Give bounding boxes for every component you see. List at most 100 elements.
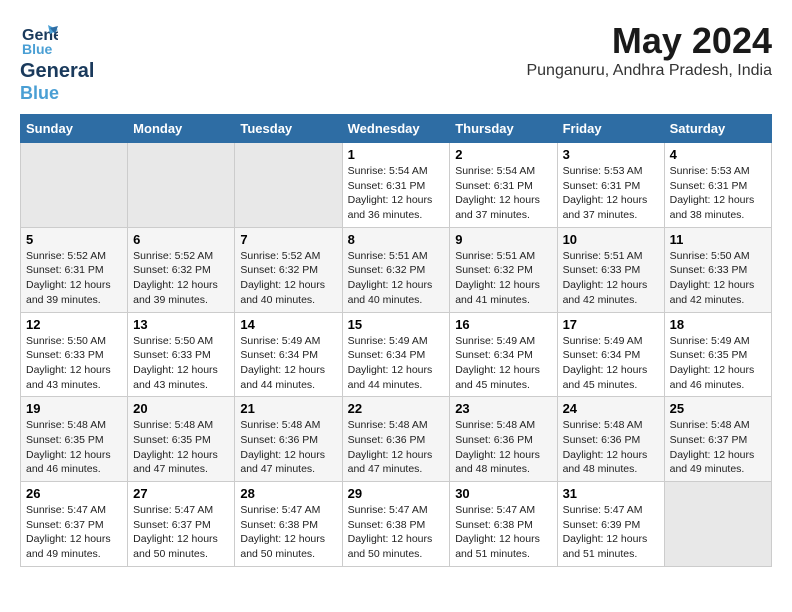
day-number: 31 bbox=[563, 486, 659, 501]
title-area: May 2024 Punganuru, Andhra Pradesh, Indi… bbox=[526, 20, 772, 80]
day-info: Sunrise: 5:48 AMSunset: 6:37 PMDaylight:… bbox=[670, 418, 766, 477]
day-info: Sunrise: 5:51 AMSunset: 6:32 PMDaylight:… bbox=[348, 249, 445, 308]
day-info: Sunrise: 5:51 AMSunset: 6:32 PMDaylight:… bbox=[455, 249, 551, 308]
calendar-cell: 23 Sunrise: 5:48 AMSunset: 6:36 PMDayligh… bbox=[450, 397, 557, 482]
day-number: 12 bbox=[26, 317, 122, 332]
calendar-week-row: 1 Sunrise: 5:54 AMSunset: 6:31 PMDaylight… bbox=[21, 143, 772, 228]
calendar-cell: 10 Sunrise: 5:51 AMSunset: 6:33 PMDayligh… bbox=[557, 227, 664, 312]
day-number: 16 bbox=[455, 317, 551, 332]
calendar-cell bbox=[235, 143, 342, 228]
day-info: Sunrise: 5:49 AMSunset: 6:34 PMDaylight:… bbox=[348, 334, 445, 393]
day-info: Sunrise: 5:47 AMSunset: 6:39 PMDaylight:… bbox=[563, 503, 659, 562]
logo: General Blue General Blue bbox=[20, 20, 94, 104]
day-number: 5 bbox=[26, 232, 122, 247]
day-info: Sunrise: 5:50 AMSunset: 6:33 PMDaylight:… bbox=[133, 334, 229, 393]
logo-general: General bbox=[20, 60, 94, 82]
weekday-header: Friday bbox=[557, 115, 664, 143]
day-info: Sunrise: 5:50 AMSunset: 6:33 PMDaylight:… bbox=[670, 249, 766, 308]
calendar-week-row: 26 Sunrise: 5:47 AMSunset: 6:37 PMDayligh… bbox=[21, 482, 772, 567]
day-info: Sunrise: 5:49 AMSunset: 6:35 PMDaylight:… bbox=[670, 334, 766, 393]
day-number: 3 bbox=[563, 147, 659, 162]
calendar-cell: 2 Sunrise: 5:54 AMSunset: 6:31 PMDaylight… bbox=[450, 143, 557, 228]
day-info: Sunrise: 5:53 AMSunset: 6:31 PMDaylight:… bbox=[670, 164, 766, 223]
calendar-cell: 9 Sunrise: 5:51 AMSunset: 6:32 PMDaylight… bbox=[450, 227, 557, 312]
weekday-header: Tuesday bbox=[235, 115, 342, 143]
day-info: Sunrise: 5:49 AMSunset: 6:34 PMDaylight:… bbox=[455, 334, 551, 393]
day-number: 18 bbox=[670, 317, 766, 332]
day-number: 15 bbox=[348, 317, 445, 332]
day-info: Sunrise: 5:47 AMSunset: 6:38 PMDaylight:… bbox=[455, 503, 551, 562]
day-number: 19 bbox=[26, 401, 122, 416]
day-number: 9 bbox=[455, 232, 551, 247]
calendar-cell: 16 Sunrise: 5:49 AMSunset: 6:34 PMDayligh… bbox=[450, 312, 557, 397]
day-number: 13 bbox=[133, 317, 229, 332]
day-number: 30 bbox=[455, 486, 551, 501]
day-info: Sunrise: 5:48 AMSunset: 6:35 PMDaylight:… bbox=[26, 418, 122, 477]
day-info: Sunrise: 5:53 AMSunset: 6:31 PMDaylight:… bbox=[563, 164, 659, 223]
day-number: 25 bbox=[670, 401, 766, 416]
weekday-header: Sunday bbox=[21, 115, 128, 143]
calendar-cell: 20Sunrise: 5:48 AMSunset: 6:35 PMDayligh… bbox=[128, 397, 235, 482]
calendar-cell: 7Sunrise: 5:52 AMSunset: 6:32 PMDaylight… bbox=[235, 227, 342, 312]
calendar-cell bbox=[21, 143, 128, 228]
calendar-cell: 15 Sunrise: 5:49 AMSunset: 6:34 PMDayligh… bbox=[342, 312, 450, 397]
calendar-cell: 31 Sunrise: 5:47 AMSunset: 6:39 PMDayligh… bbox=[557, 482, 664, 567]
calendar-cell: 4 Sunrise: 5:53 AMSunset: 6:31 PMDaylight… bbox=[664, 143, 771, 228]
day-info: Sunrise: 5:52 AMSunset: 6:31 PMDaylight:… bbox=[26, 249, 122, 308]
calendar-cell: 30 Sunrise: 5:47 AMSunset: 6:38 PMDayligh… bbox=[450, 482, 557, 567]
calendar-cell: 8 Sunrise: 5:51 AMSunset: 6:32 PMDaylight… bbox=[342, 227, 450, 312]
calendar-table: SundayMondayTuesdayWednesdayThursdayFrid… bbox=[20, 114, 772, 567]
calendar-cell: 29Sunrise: 5:47 AMSunset: 6:38 PMDayligh… bbox=[342, 482, 450, 567]
calendar-cell: 27 Sunrise: 5:47 AMSunset: 6:37 PMDayligh… bbox=[128, 482, 235, 567]
page-header: General Blue General Blue May 2024 Punga… bbox=[20, 20, 772, 104]
day-number: 22 bbox=[348, 401, 445, 416]
logo-blue: Blue bbox=[20, 83, 59, 103]
weekday-header: Monday bbox=[128, 115, 235, 143]
day-info: Sunrise: 5:54 AMSunset: 6:31 PMDaylight:… bbox=[348, 164, 445, 223]
day-info: Sunrise: 5:48 AMSunset: 6:36 PMDaylight:… bbox=[348, 418, 445, 477]
calendar-cell: 1 Sunrise: 5:54 AMSunset: 6:31 PMDaylight… bbox=[342, 143, 450, 228]
day-number: 1 bbox=[348, 147, 445, 162]
day-info: Sunrise: 5:51 AMSunset: 6:33 PMDaylight:… bbox=[563, 249, 659, 308]
day-number: 24 bbox=[563, 401, 659, 416]
day-number: 11 bbox=[670, 232, 766, 247]
day-info: Sunrise: 5:47 AMSunset: 6:38 PMDaylight:… bbox=[240, 503, 336, 562]
calendar-cell bbox=[664, 482, 771, 567]
location-subtitle: Punganuru, Andhra Pradesh, India bbox=[526, 62, 772, 80]
day-number: 14 bbox=[240, 317, 336, 332]
day-number: 6 bbox=[133, 232, 229, 247]
day-info: Sunrise: 5:48 AMSunset: 6:36 PMDaylight:… bbox=[455, 418, 551, 477]
calendar-week-row: 19 Sunrise: 5:48 AMSunset: 6:35 PMDayligh… bbox=[21, 397, 772, 482]
calendar-cell: 14Sunrise: 5:49 AMSunset: 6:34 PMDayligh… bbox=[235, 312, 342, 397]
day-info: Sunrise: 5:47 AMSunset: 6:37 PMDaylight:… bbox=[26, 503, 122, 562]
calendar-cell: 6 Sunrise: 5:52 AMSunset: 6:32 PMDaylight… bbox=[128, 227, 235, 312]
day-number: 27 bbox=[133, 486, 229, 501]
day-number: 2 bbox=[455, 147, 551, 162]
day-info: Sunrise: 5:52 AMSunset: 6:32 PMDaylight:… bbox=[133, 249, 229, 308]
calendar-cell: 5 Sunrise: 5:52 AMSunset: 6:31 PMDaylight… bbox=[21, 227, 128, 312]
calendar-week-row: 5 Sunrise: 5:52 AMSunset: 6:31 PMDaylight… bbox=[21, 227, 772, 312]
calendar-cell: 26 Sunrise: 5:47 AMSunset: 6:37 PMDayligh… bbox=[21, 482, 128, 567]
logo-icon: General Blue bbox=[20, 20, 58, 58]
day-number: 21 bbox=[240, 401, 336, 416]
day-number: 10 bbox=[563, 232, 659, 247]
calendar-cell: 22 Sunrise: 5:48 AMSunset: 6:36 PMDayligh… bbox=[342, 397, 450, 482]
day-number: 23 bbox=[455, 401, 551, 416]
calendar-cell: 19 Sunrise: 5:48 AMSunset: 6:35 PMDayligh… bbox=[21, 397, 128, 482]
day-number: 4 bbox=[670, 147, 766, 162]
day-info: Sunrise: 5:54 AMSunset: 6:31 PMDaylight:… bbox=[455, 164, 551, 223]
day-number: 8 bbox=[348, 232, 445, 247]
day-number: 7 bbox=[240, 232, 336, 247]
weekday-header: Saturday bbox=[664, 115, 771, 143]
day-info: Sunrise: 5:48 AMSunset: 6:36 PMDaylight:… bbox=[563, 418, 659, 477]
calendar-cell: 3 Sunrise: 5:53 AMSunset: 6:31 PMDaylight… bbox=[557, 143, 664, 228]
calendar-cell: 24 Sunrise: 5:48 AMSunset: 6:36 PMDayligh… bbox=[557, 397, 664, 482]
calendar-cell: 18 Sunrise: 5:49 AMSunset: 6:35 PMDayligh… bbox=[664, 312, 771, 397]
day-info: Sunrise: 5:47 AMSunset: 6:37 PMDaylight:… bbox=[133, 503, 229, 562]
day-info: Sunrise: 5:48 AMSunset: 6:36 PMDaylight:… bbox=[240, 418, 336, 477]
day-number: 29 bbox=[348, 486, 445, 501]
day-number: 26 bbox=[26, 486, 122, 501]
calendar-cell: 11 Sunrise: 5:50 AMSunset: 6:33 PMDayligh… bbox=[664, 227, 771, 312]
svg-text:Blue: Blue bbox=[22, 41, 53, 57]
day-number: 28 bbox=[240, 486, 336, 501]
